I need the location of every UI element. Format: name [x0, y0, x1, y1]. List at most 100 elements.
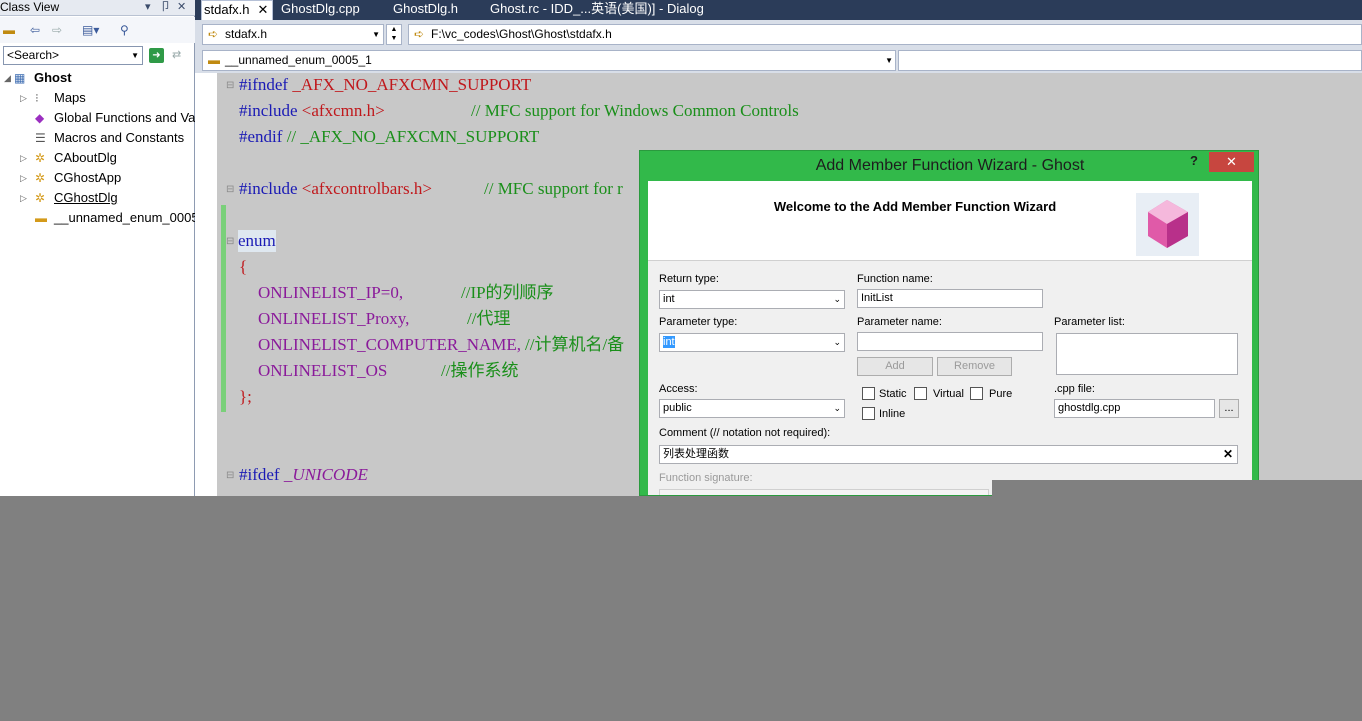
code-line: #include <afxcmn.h>	[239, 101, 385, 120]
parameter-list-box[interactable]	[1056, 333, 1238, 375]
code-line: #endif // _AFX_NO_AFXCMN_SUPPORT	[239, 127, 540, 146]
code-line: ONLINELIST_COMPUTER_NAME,	[258, 335, 522, 354]
fold-icon[interactable]: ⊟	[226, 470, 234, 481]
tab-ghost-rc-dialog[interactable]: Ghost.rc - IDD_...英语(美国)] - Dialog	[490, 0, 704, 20]
collapsed-arrow-icon[interactable]: ▷	[20, 168, 27, 188]
add-button[interactable]: Add	[857, 357, 933, 376]
parameter-name-label: Parameter name:	[857, 316, 942, 328]
close-icon[interactable]: ✕	[177, 0, 186, 14]
settings-icon[interactable]: ▤▾	[82, 21, 99, 39]
class-view-titlebar: Class View ▾ 卩 ✕	[0, 0, 195, 16]
screenshot-area: Class View ▾ 卩 ✕ ▬ ⇦ ⇨ ▤▾ ⚲ <Search> ▼ ➜…	[0, 0, 1362, 496]
tree-item-global-functions[interactable]: ◆ Global Functions and Va	[0, 108, 195, 128]
new-folder-icon[interactable]: ▬	[3, 21, 15, 39]
clear-icon[interactable]: ✕	[1223, 446, 1233, 463]
code-line: #include <afxcontrolbars.h>	[239, 179, 432, 198]
tree-item-maps[interactable]: ▷ ⁝ Maps	[0, 88, 195, 108]
tree-item-caboutdlg[interactable]: ▷ ✲ CAboutDlg	[0, 148, 195, 168]
file-combo[interactable]: ➪ stdafx.h ▼	[202, 24, 384, 45]
tab-stdafx-h[interactable]: stdafx.h ✕	[201, 0, 273, 20]
chevron-down-icon[interactable]: ⌄	[833, 400, 841, 417]
file-path-box[interactable]: ➪ F:\vc_codes\Ghost\Ghost\stdafx.h	[408, 24, 1362, 45]
document-tab-strip: stdafx.h ✕ GhostDlg.cpp GhostDlg.h Ghost.…	[195, 0, 1362, 20]
function-name-label: Function name:	[857, 273, 933, 285]
expanded-arrow-icon[interactable]: ◢	[4, 68, 11, 88]
blank-region	[0, 496, 1362, 721]
chevron-down-icon[interactable]: ▼	[885, 51, 893, 70]
code-comment: // MFC support for r	[484, 179, 623, 198]
code-line: #ifndef _AFX_NO_AFXCMN_SUPPORT	[239, 75, 532, 94]
remove-button[interactable]: Remove	[937, 357, 1012, 376]
forward-arrow-icon[interactable]: ⇨	[52, 21, 62, 39]
access-combo[interactable]: public ⌄	[659, 399, 845, 418]
class-view-title: Class View	[0, 0, 60, 14]
class-icon: ✲	[35, 151, 46, 165]
collapsed-arrow-icon[interactable]: ▷	[20, 148, 27, 168]
tree-item-macros[interactable]: ☰ Macros and Constants	[0, 128, 195, 148]
search-go-icon[interactable]: ➜	[149, 48, 164, 63]
chevron-down-icon[interactable]: ⌄	[833, 291, 841, 308]
close-tab-icon[interactable]: ✕	[258, 2, 269, 17]
function-signature-box	[659, 489, 989, 495]
help-icon[interactable]: ?	[1190, 153, 1198, 168]
dialog-body: Welcome to the Add Member Function Wizar…	[648, 181, 1252, 495]
code-line: {	[239, 257, 248, 276]
code-line: ONLINELIST_IP=0,	[258, 283, 404, 302]
pure-label: Pure	[989, 388, 1013, 400]
editor-gutter	[200, 73, 217, 496]
tab-ghostdlg-h[interactable]: GhostDlg.h	[393, 0, 458, 20]
search-text: <Search>	[7, 48, 60, 62]
member-combo[interactable]: ▬ __unnamed_enum_0005_1 ▼	[202, 50, 896, 71]
tree-item-unnamed-enum[interactable]: ▬ __unnamed_enum_0005_	[0, 208, 195, 228]
enum-icon: ▬	[35, 211, 47, 225]
chevron-down-icon[interactable]: ⌄	[833, 334, 841, 351]
code-comment: // MFC support for Windows Common Contro…	[471, 101, 799, 120]
inline-checkbox[interactable]	[862, 407, 875, 420]
welcome-text: Welcome to the Add Member Function Wizar…	[773, 199, 1057, 214]
code-comment: //代理	[467, 309, 511, 328]
global-functions-icon: ◆	[35, 111, 45, 125]
comment-input[interactable]: 列表处理函数 ✕	[659, 445, 1238, 464]
back-arrow-icon[interactable]: ⇦	[30, 21, 40, 39]
search-combo[interactable]: <Search> ▼	[3, 46, 143, 65]
spin-buttons[interactable]: ▲ ▼	[386, 24, 402, 45]
pure-checkbox[interactable]	[970, 387, 983, 400]
tree-item-cghostapp[interactable]: ▷ ✲ CGhostApp	[0, 168, 195, 188]
code-comment: //操作系统	[441, 361, 519, 380]
auto-hide-pin-icon[interactable]: 卩	[160, 0, 171, 14]
tree-item-ghost[interactable]: ◢ ▦ Ghost	[0, 68, 195, 88]
parameter-type-combo[interactable]: int ⌄	[659, 333, 845, 352]
cpp-file-input[interactable]: ghostdlg.cpp	[1054, 399, 1215, 418]
code-line: };	[239, 387, 252, 406]
collapsed-arrow-icon[interactable]: ▷	[20, 188, 27, 208]
tree-item-cghostdlg[interactable]: ▷ ✲ CGhostDlg	[0, 188, 195, 208]
blank-region	[992, 480, 1362, 496]
member-combo-right[interactable]	[898, 50, 1362, 71]
return-type-label: Return type:	[659, 273, 719, 285]
return-type-combo[interactable]: int ⌄	[659, 290, 845, 309]
chevron-down-icon[interactable]: ▼	[131, 47, 139, 64]
fold-icon[interactable]: ⊟	[226, 236, 234, 247]
macros-icon: ☰	[35, 131, 46, 145]
parameter-name-input[interactable]	[857, 332, 1043, 351]
tab-ghostdlg-cpp[interactable]: GhostDlg.cpp	[281, 0, 360, 20]
static-checkbox[interactable]	[862, 387, 875, 400]
window-position-dropdown-icon[interactable]: ▾	[145, 0, 151, 14]
references-icon[interactable]: ⚲	[120, 21, 129, 39]
code-comment: //计算机名/备	[525, 335, 625, 354]
comment-label: Comment (// notation not required):	[659, 427, 831, 439]
cpp-file-label: .cpp file:	[1054, 383, 1095, 395]
browse-button[interactable]: ...	[1219, 399, 1239, 418]
virtual-checkbox[interactable]	[914, 387, 927, 400]
static-label: Static	[879, 388, 907, 400]
code-line: ONLINELIST_OS	[258, 361, 388, 380]
chevron-down-icon[interactable]: ▼	[372, 25, 380, 44]
arrow-icon: ➪	[208, 27, 219, 41]
collapsed-arrow-icon[interactable]: ▷	[20, 88, 27, 108]
function-signature-label: Function signature:	[659, 472, 753, 484]
close-button[interactable]: ✕	[1209, 152, 1254, 172]
function-name-input[interactable]: InitList	[857, 289, 1043, 308]
fold-icon[interactable]: ⊟	[226, 184, 234, 195]
clear-search-icon[interactable]: ⇄	[172, 48, 181, 61]
fold-icon[interactable]: ⊟	[226, 80, 234, 91]
